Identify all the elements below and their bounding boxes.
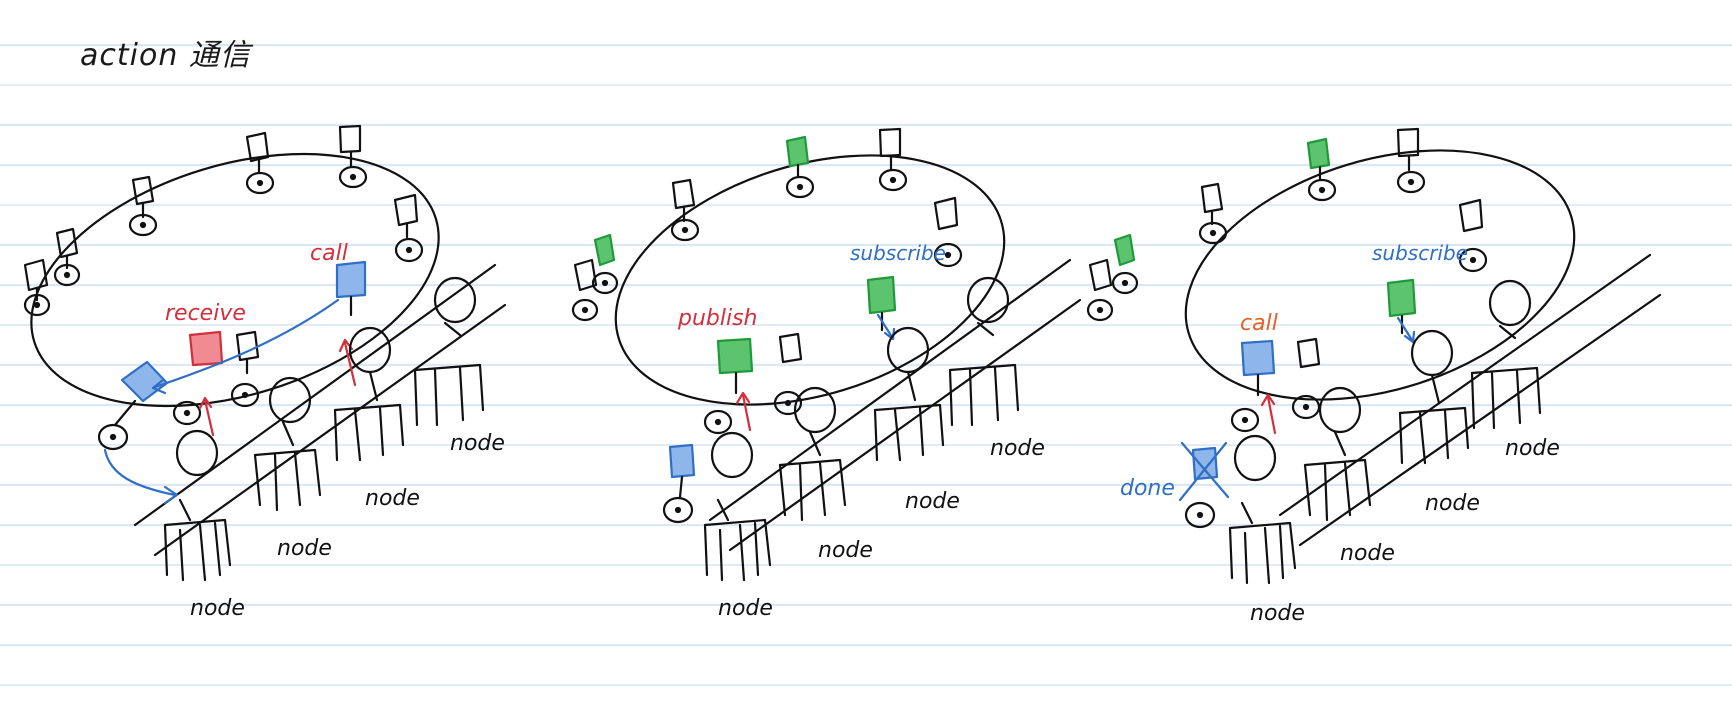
green-message-box bbox=[866, 275, 897, 315]
panel-action-call: receive call node node node node bbox=[15, 124, 575, 710]
node-figure bbox=[703, 431, 772, 582]
label-subscribe: subscribe bbox=[1372, 241, 1468, 265]
label-receive: receive bbox=[165, 301, 246, 326]
node-figure bbox=[1303, 386, 1372, 522]
station-group bbox=[571, 127, 963, 524]
panel-3-svg: call subscribe done node node node node bbox=[1086, 127, 1662, 626]
blue-done-box bbox=[1191, 446, 1219, 481]
node-figure bbox=[163, 429, 232, 582]
green-message-box bbox=[716, 337, 754, 375]
node-label: node bbox=[365, 486, 420, 511]
panel-topic-pubsub: publish subscribe node node node node bbox=[571, 125, 1170, 710]
node-label: node bbox=[190, 596, 245, 621]
table-ellipse bbox=[614, 154, 1006, 406]
node-figure bbox=[1398, 329, 1470, 465]
label-publish: publish bbox=[677, 306, 758, 331]
panel-1-svg: receive call node node node node bbox=[23, 124, 507, 621]
table-ellipse bbox=[30, 152, 440, 408]
node-label: node bbox=[1340, 541, 1395, 566]
panel-2-svg: publish subscribe node node node node bbox=[571, 127, 1082, 621]
node-label: node bbox=[990, 436, 1045, 461]
node-label: node bbox=[718, 596, 773, 621]
node-label: node bbox=[905, 489, 960, 514]
label-call: call bbox=[310, 241, 348, 266]
node-label: node bbox=[818, 538, 873, 563]
node-label: node bbox=[1505, 436, 1560, 461]
bench-line bbox=[1298, 293, 1662, 547]
node-figure bbox=[413, 276, 485, 427]
blue-box bbox=[668, 443, 696, 479]
node-figure bbox=[778, 386, 847, 522]
label-subscribe: subscribe bbox=[850, 241, 946, 265]
table-ellipse bbox=[1184, 149, 1576, 401]
label-done: done bbox=[1120, 476, 1175, 501]
node-figure bbox=[1228, 434, 1297, 585]
blue-call-box bbox=[1240, 339, 1276, 377]
bench-line bbox=[1278, 253, 1652, 517]
panel-action-done: call subscribe done node node node node bbox=[1086, 125, 1732, 710]
node-label: node bbox=[1250, 601, 1305, 626]
diagram-title: action 通信 bbox=[80, 38, 251, 73]
node-label: node bbox=[277, 536, 332, 561]
label-call: call bbox=[1240, 311, 1278, 336]
green-message-box bbox=[1386, 278, 1417, 318]
red-request-box bbox=[188, 330, 224, 367]
node-label: node bbox=[450, 431, 505, 456]
blue-call-box bbox=[335, 260, 367, 299]
node-label: node bbox=[1425, 491, 1480, 516]
blue-feedback-arrow bbox=[103, 448, 177, 497]
